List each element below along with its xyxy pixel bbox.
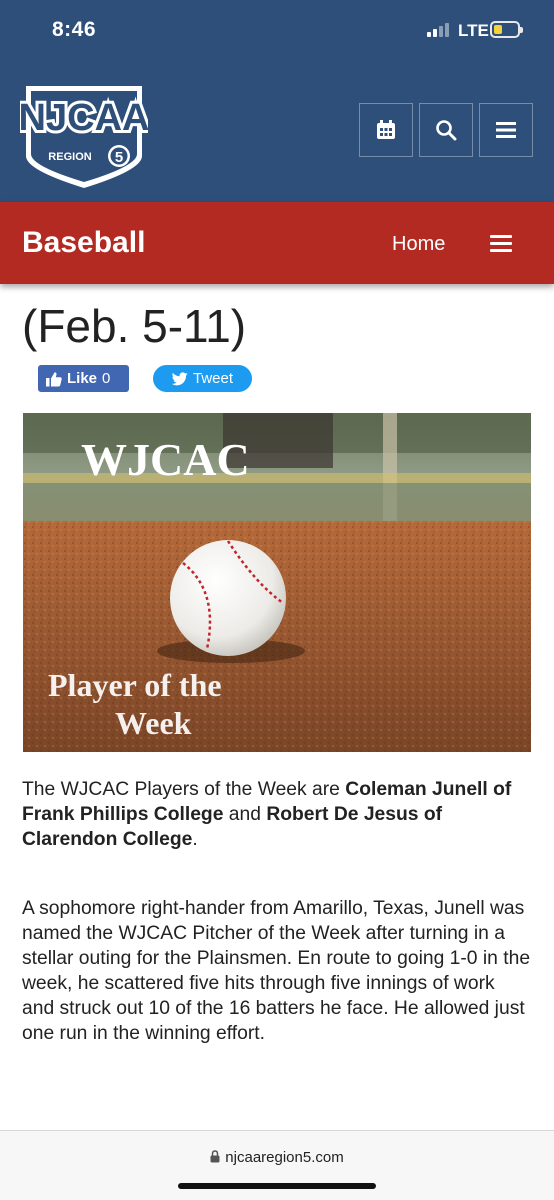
search-icon [436,120,457,141]
signal-icon [427,23,451,37]
calendar-button[interactable] [359,103,413,157]
home-indicator[interactable] [178,1183,376,1189]
lock-icon [210,1150,220,1163]
home-link[interactable]: Home [392,233,445,256]
article-paragraph-1: The WJCAC Players of the Week are Colema… [22,777,532,852]
address-bar[interactable]: njcaaregion5.com [0,1149,554,1166]
like-count: 0 [102,370,111,387]
p1-text-2: and [223,804,267,825]
article-paragraph-2: A sophomore right-hander from Amarillo, … [22,898,531,1044]
network-label: LTE [458,21,489,40]
section-menu-icon[interactable] [490,235,512,253]
status-time: 8:46 [52,18,97,41]
site-header: 8:46 LTE NJCAA REGION 5 [0,0,554,202]
logo-wordmark: NJCAA [20,97,148,139]
baseball-graphic [170,540,286,656]
facebook-like-button[interactable]: Like 0 [38,365,129,392]
hero-image: WJCAC Player of the Week [23,413,531,752]
search-button[interactable] [419,103,473,157]
logo-region-number: 5 [115,149,123,166]
njcaa-region5-logo[interactable]: NJCAA REGION 5 [20,78,148,190]
section-title[interactable]: Baseball [22,226,145,260]
url-text: njcaaregion5.com [225,1149,344,1166]
status-bar: 8:46 LTE [0,0,554,60]
article-headline: (Feb. 5-11) [22,300,247,352]
section-nav: Baseball Home [0,202,554,284]
hero-subtitle-line1: Player of the [48,667,222,703]
tweet-label: Tweet [192,370,234,387]
hero-title: WJCAC [81,434,250,485]
twitter-bird-icon [171,371,188,385]
menu-icon [496,122,516,138]
thumbs-up-icon [46,371,62,386]
hero-subtitle-line2: Week [115,705,192,741]
logo-region-label: REGION [48,151,91,163]
main-menu-button[interactable] [479,103,533,157]
browser-toolbar: njcaaregion5.com [0,1130,554,1200]
tweet-button[interactable]: Tweet [153,365,252,392]
p1-text-3: . [192,829,198,850]
battery-icon [490,21,523,38]
like-label: Like [67,370,98,387]
calendar-icon [377,120,395,139]
p1-text-1: The WJCAC Players of the Week are [22,779,346,800]
